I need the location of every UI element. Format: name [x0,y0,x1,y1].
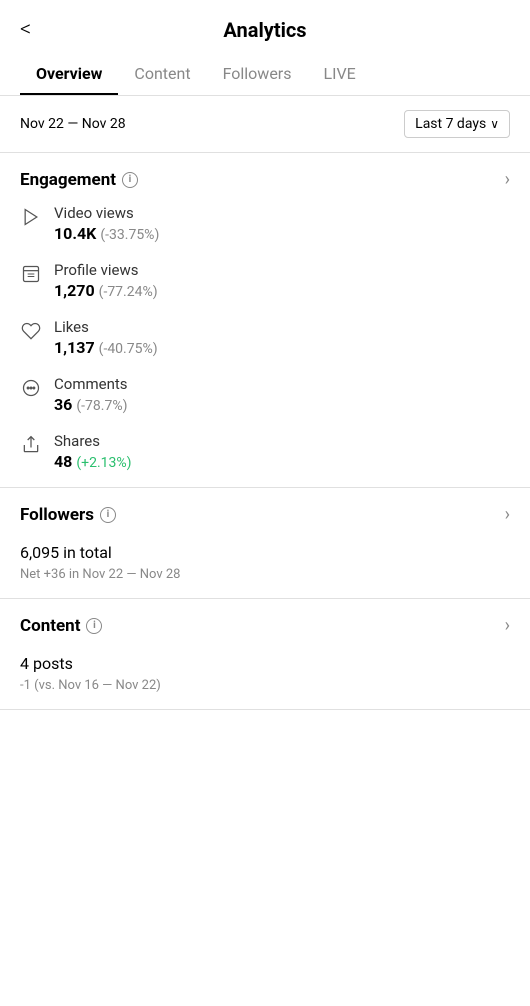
likes-icon [20,320,42,342]
tab-overview[interactable]: Overview [20,54,118,95]
date-dropdown-label: Last 7 days [415,116,486,132]
metric-likes: Likes 1,137(-40.75%) [20,318,510,357]
metric-comments-content: Comments 36(-78.7%) [54,375,128,414]
content-info-icon[interactable]: i [86,618,102,634]
metric-likes-label: Likes [54,318,158,336]
tab-content[interactable]: Content [118,54,206,95]
metric-profile-views-content: Profile views 1,270(-77.24%) [54,261,158,300]
followers-total-value: 6,095 in total [20,539,510,564]
metric-comments-change: (-78.7%) [76,398,127,414]
followers-chevron-icon[interactable]: › [505,504,510,525]
metric-profile-views-change: (-77.24%) [99,284,158,300]
metric-video-views: Video views 10.4K(-33.75%) [20,204,510,243]
page-title: Analytics [223,18,306,42]
content-vs-label: -1 (vs. Nov 16 — Nov 22) [20,678,510,693]
followers-total-suffix: in total [59,543,112,562]
tabs-bar: Overview Content Followers LIVE [0,54,530,96]
date-dropdown[interactable]: Last 7 days ∨ [404,110,510,138]
metric-shares-content: Shares 48(+2.13%) [54,432,132,471]
engagement-chevron-icon[interactable]: › [505,169,510,190]
followers-net-label: Net +36 in Nov 22 — Nov 28 [20,567,510,582]
engagement-info-icon[interactable]: i [122,172,138,188]
metric-likes-content: Likes 1,137(-40.75%) [54,318,158,357]
engagement-title-group: Engagement i [20,170,138,190]
metric-video-views-change: (-33.75%) [100,227,159,243]
engagement-section-header: Engagement i › [20,169,510,190]
profile-views-icon [20,263,42,285]
metric-shares: Shares 48(+2.13%) [20,432,510,471]
tab-live[interactable]: LIVE [307,54,371,95]
metric-shares-value: 48(+2.13%) [54,452,132,471]
followers-info-icon[interactable]: i [100,507,116,523]
engagement-section: Engagement i › Video views 10.4K(-33.75%… [0,153,530,488]
engagement-title: Engagement [20,170,116,190]
metric-comments: Comments 36(-78.7%) [20,375,510,414]
metric-video-views-content: Video views 10.4K(-33.75%) [54,204,159,243]
video-views-icon [20,206,42,228]
header: < Analytics [0,0,530,54]
comments-icon [20,377,42,399]
metric-shares-label: Shares [54,432,132,450]
metric-comments-value: 36(-78.7%) [54,395,128,414]
followers-section: Followers i › 6,095 in total Net +36 in … [0,488,530,599]
metric-video-views-label: Video views [54,204,159,222]
content-title: Content [20,616,80,636]
date-row: Nov 22 — Nov 28 Last 7 days ∨ [0,96,530,153]
metric-shares-change: (+2.13%) [76,455,131,471]
content-chevron-icon[interactable]: › [505,615,510,636]
followers-title-group: Followers i [20,505,116,525]
metric-likes-change: (-40.75%) [99,341,158,357]
followers-title: Followers [20,505,94,525]
metric-profile-views: Profile views 1,270(-77.24%) [20,261,510,300]
metric-likes-value: 1,137(-40.75%) [54,338,158,357]
back-button[interactable]: < [20,19,31,41]
metric-profile-views-value: 1,270(-77.24%) [54,281,158,300]
content-section: Content i › 4 posts -1 (vs. Nov 16 — Nov… [0,599,530,710]
tab-followers[interactable]: Followers [207,54,308,95]
shares-icon [20,434,42,456]
metric-video-views-value: 10.4K(-33.75%) [54,224,159,243]
content-posts-value: 4 posts [20,650,510,675]
followers-section-header: Followers i › [20,504,510,525]
content-title-group: Content i [20,616,102,636]
metric-profile-views-label: Profile views [54,261,158,279]
date-range-label: Nov 22 — Nov 28 [20,116,126,132]
metric-comments-label: Comments [54,375,128,393]
content-section-header: Content i › [20,615,510,636]
chevron-down-icon: ∨ [490,117,499,131]
content-posts-suffix: posts [29,654,73,673]
